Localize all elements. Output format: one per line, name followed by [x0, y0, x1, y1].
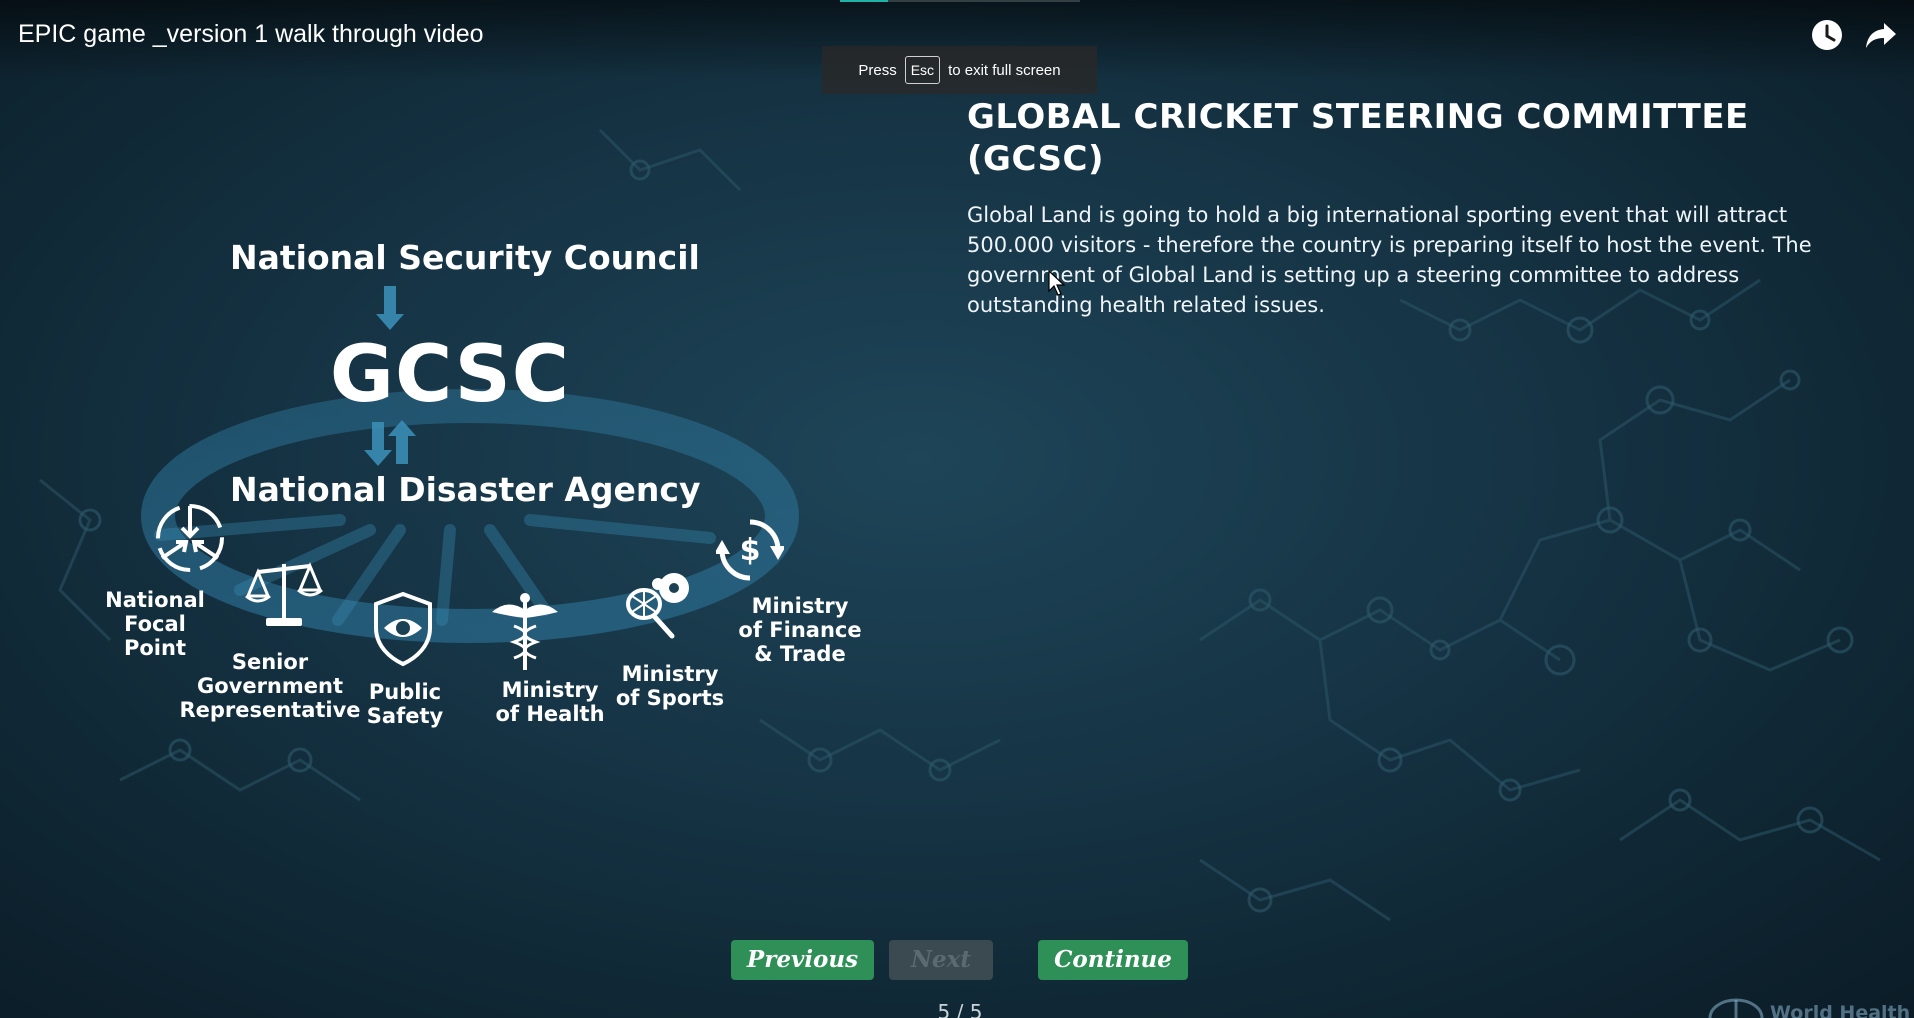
panel-title: GLOBAL CRICKET STEERING COMMITTEE (GCSC): [967, 97, 1749, 179]
toast-press-text: Press: [858, 61, 897, 79]
clock-icon[interactable]: [1810, 18, 1844, 52]
national-disaster-agency-label: National Disaster Agency: [230, 470, 701, 509]
scales-icon: [245, 562, 323, 626]
converge-arrows-icon: [156, 504, 224, 572]
caduceus-icon: [492, 593, 558, 670]
national-security-council-label: National Security Council: [230, 238, 700, 277]
who-text: World Health: [1770, 1002, 1911, 1018]
progress-indicator-fill: [840, 0, 888, 2]
continue-button[interactable]: Continue: [1038, 940, 1188, 980]
page-counter: 5 / 5: [937, 1000, 983, 1018]
progress-indicator: [840, 0, 1080, 2]
role-public-safety: Public Safety: [366, 680, 444, 728]
gcsc-diagram: National Security Council GCSC National …: [90, 220, 890, 750]
svg-text:$: $: [740, 533, 761, 568]
toast-rest-text: to exit full screen: [948, 61, 1061, 79]
sports-balls-icon: [626, 573, 689, 639]
video-title[interactable]: EPIC game _version 1 walk through video: [18, 20, 484, 49]
role-ministry-of-sports: Ministry of Sports: [615, 662, 725, 710]
mouse-cursor-icon: [1048, 270, 1066, 296]
shield-eye-icon: [374, 591, 432, 667]
game-screen: EPIC game _version 1 walk through video …: [0, 0, 1914, 1018]
dollar-cycle-icon: $: [716, 519, 784, 581]
fullscreen-toast: Press Esc to exit full screen: [822, 46, 1097, 94]
esc-key-badge: Esc: [904, 56, 941, 84]
who-emblem-icon: [1708, 998, 1764, 1018]
role-senior-government-representative: Senior Government Representative: [179, 650, 361, 722]
role-ministry-of-finance-trade: Ministry of Finance & Trade: [738, 594, 862, 666]
previous-button[interactable]: Previous: [731, 940, 874, 980]
panel-body: Global Land is going to hold a big inter…: [967, 203, 1812, 317]
next-button[interactable]: Next: [889, 940, 993, 980]
who-logo: World Health: [1706, 996, 1910, 1018]
role-ministry-of-health: Ministry of Health: [495, 678, 605, 726]
gcsc-label: GCSC: [329, 330, 571, 420]
share-arrow-icon[interactable]: [1864, 18, 1898, 52]
